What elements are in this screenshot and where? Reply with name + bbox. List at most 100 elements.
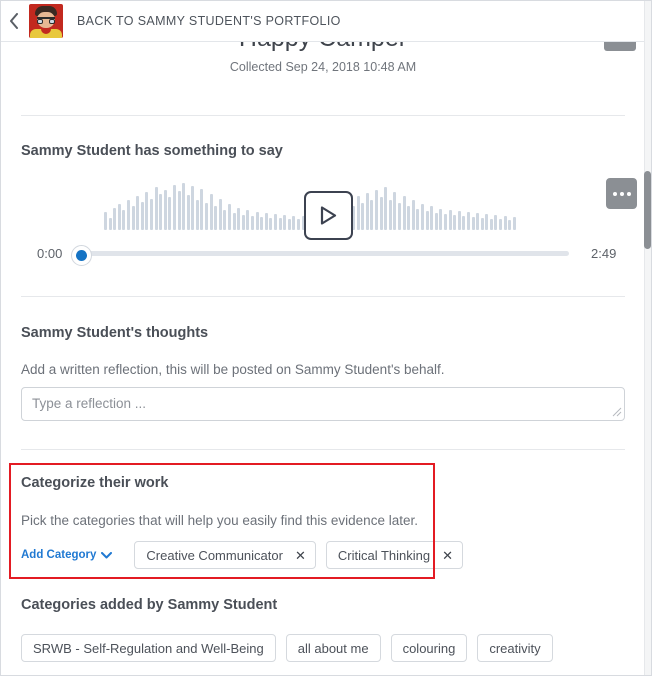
waveform-bar bbox=[246, 210, 250, 230]
waveform-bar bbox=[402, 196, 406, 230]
category-chip[interactable]: Creative Communicator ✕ bbox=[134, 541, 316, 569]
waveform-bar bbox=[283, 215, 287, 230]
waveform-bar bbox=[237, 208, 241, 230]
waveform-bar bbox=[499, 219, 503, 230]
category-chip-row: Add Category Creative Communicator ✕ Criti… bbox=[21, 541, 473, 569]
waveform-bar bbox=[420, 204, 424, 230]
waveform-bar bbox=[356, 196, 360, 230]
waveform-bar bbox=[407, 206, 411, 230]
waveform-bar bbox=[191, 186, 195, 230]
waveform-bar bbox=[218, 199, 222, 230]
waveform-bar bbox=[430, 206, 434, 230]
student-category-tag: all about me bbox=[285, 634, 381, 662]
waveform-bar bbox=[453, 215, 457, 230]
waveform-bar bbox=[108, 218, 112, 230]
waveform-bar bbox=[273, 214, 277, 230]
waveform-bar bbox=[126, 200, 130, 230]
student-category-tag: colouring bbox=[390, 634, 468, 662]
waveform-bar bbox=[149, 199, 153, 230]
audio-overflow-menu-button[interactable] bbox=[606, 178, 637, 209]
waveform-bar bbox=[104, 212, 107, 230]
waveform-bar bbox=[508, 220, 512, 230]
waveform-bar bbox=[186, 195, 190, 230]
waveform-bar bbox=[255, 212, 259, 230]
waveform-bar bbox=[457, 211, 461, 230]
category-chip[interactable]: Critical Thinking ✕ bbox=[325, 541, 464, 569]
waveform-bar bbox=[489, 219, 493, 230]
waveform-bar bbox=[471, 217, 475, 230]
categorize-section-subtext: Pick the categories that will help you e… bbox=[21, 513, 418, 528]
waveform-bar bbox=[388, 200, 392, 230]
page-content: Happy Camper Collected Sep 24, 2018 10:4… bbox=[1, 1, 645, 675]
avatar-glasses bbox=[37, 17, 55, 24]
reflection-section-heading: Sammy Student's thoughts bbox=[21, 325, 209, 341]
waveform-bar bbox=[398, 203, 401, 230]
waveform-bar bbox=[269, 218, 273, 230]
reflection-section-subtext: Add a written reflection, this will be p… bbox=[21, 362, 445, 377]
waveform-bar bbox=[384, 187, 388, 230]
waveform-bar bbox=[480, 218, 484, 230]
waveform-bar bbox=[122, 210, 126, 230]
waveform-bar bbox=[131, 206, 135, 230]
breadcrumb[interactable]: BACK TO SAMMY STUDENT'S PORTFOLIO bbox=[77, 14, 341, 28]
close-icon[interactable]: ✕ bbox=[442, 549, 453, 562]
audio-section-heading: Sammy Student has something to say bbox=[21, 143, 283, 159]
waveform-bar bbox=[494, 215, 498, 230]
student-category-tag: SRWB - Self-Regulation and Well-Being bbox=[21, 634, 276, 662]
audio-progress-handle[interactable] bbox=[71, 245, 92, 266]
category-chip-label: Creative Communicator bbox=[146, 547, 283, 563]
waveform-bar bbox=[411, 200, 415, 230]
section-divider bbox=[21, 449, 625, 450]
waveform-bar bbox=[195, 200, 199, 230]
audio-progress-slider[interactable] bbox=[81, 251, 569, 256]
waveform-bar bbox=[241, 215, 245, 230]
waveform-bar bbox=[205, 203, 209, 230]
waveform-bar bbox=[154, 187, 158, 230]
play-icon bbox=[320, 206, 337, 225]
waveform-bar bbox=[264, 213, 268, 230]
waveform-bar bbox=[434, 213, 438, 230]
reflection-input[interactable] bbox=[21, 387, 625, 421]
avatar[interactable] bbox=[29, 4, 63, 38]
add-category-button[interactable]: Add Category bbox=[21, 549, 113, 561]
waveform-bar bbox=[145, 192, 149, 230]
waveform-bar bbox=[370, 200, 374, 230]
add-category-label: Add Category bbox=[21, 549, 97, 561]
evidence-detail-page: Happy Camper Collected Sep 24, 2018 10:4… bbox=[0, 0, 652, 676]
audio-current-time: 0:00 bbox=[37, 246, 63, 261]
waveform-bar bbox=[466, 212, 470, 230]
waveform-bar bbox=[182, 183, 186, 230]
waveform-bar bbox=[117, 204, 121, 230]
waveform-bar bbox=[223, 210, 227, 230]
waveform-bar bbox=[292, 216, 296, 230]
waveform-bar bbox=[503, 216, 507, 230]
student-categories-heading: Categories added by Sammy Student bbox=[21, 597, 278, 613]
ellipsis-icon bbox=[619, 191, 624, 196]
evidence-collected-timestamp: Collected Sep 24, 2018 10:48 AM bbox=[229, 60, 417, 74]
waveform-bar bbox=[379, 197, 383, 230]
waveform-bar bbox=[416, 209, 420, 230]
waveform-bar bbox=[448, 210, 452, 230]
waveform-bar bbox=[512, 217, 516, 230]
waveform-bar bbox=[278, 218, 282, 230]
waveform-bar bbox=[251, 216, 254, 230]
section-divider bbox=[21, 296, 625, 297]
back-button[interactable] bbox=[1, 1, 27, 42]
page-scrollbar-track[interactable] bbox=[644, 1, 651, 675]
audio-total-time: 2:49 bbox=[591, 246, 617, 261]
waveform-bar bbox=[443, 214, 447, 230]
waveform-bar bbox=[365, 193, 369, 230]
page-scrollbar-thumb[interactable] bbox=[644, 171, 651, 249]
play-button[interactable] bbox=[304, 191, 353, 240]
categorize-section-heading: Categorize their work bbox=[21, 475, 169, 491]
waveform-bar bbox=[425, 211, 429, 230]
close-icon[interactable]: ✕ bbox=[295, 549, 306, 562]
waveform-bar bbox=[439, 209, 443, 230]
app-header: BACK TO SAMMY STUDENT'S PORTFOLIO bbox=[1, 1, 651, 42]
waveform-bar bbox=[136, 196, 140, 230]
ellipsis-icon bbox=[612, 191, 617, 196]
waveform-bar bbox=[485, 214, 489, 230]
waveform-bar bbox=[375, 190, 379, 230]
chevron-left-icon bbox=[10, 13, 18, 29]
waveform-bar bbox=[168, 197, 172, 230]
